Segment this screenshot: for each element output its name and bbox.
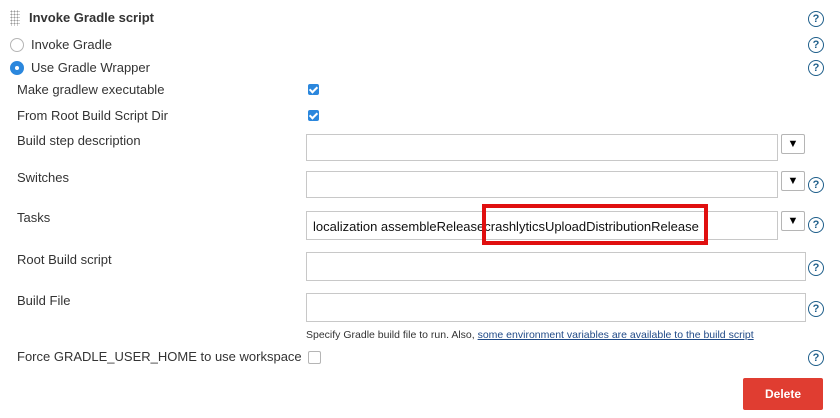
help-icon-tasks[interactable]: ?: [808, 217, 824, 233]
invoke-gradle-radio[interactable]: [10, 38, 24, 52]
build-step-description-input[interactable]: [306, 134, 778, 161]
root-build-script-label: Root Build script: [17, 252, 112, 267]
help-icon-section[interactable]: ?: [808, 11, 824, 27]
help-icon-invoke-gradle[interactable]: ?: [808, 37, 824, 53]
build-file-hint: Specify Gradle build file to run. Also, …: [306, 329, 754, 341]
build-file-hint-text: Specify Gradle build file to run. Also,: [306, 329, 475, 341]
delete-button[interactable]: Delete: [743, 378, 823, 410]
force-home-checkbox[interactable]: [308, 351, 321, 364]
use-gradle-wrapper-radio[interactable]: [10, 61, 24, 75]
tasks-dropdown[interactable]: ▼: [781, 211, 805, 231]
help-icon-root-build-script[interactable]: ?: [808, 260, 824, 276]
environment-variables-link[interactable]: some environment variables are available…: [478, 329, 754, 341]
use-gradle-wrapper-label: Use Gradle Wrapper: [31, 60, 150, 75]
from-root-checkbox[interactable]: [308, 110, 319, 121]
help-icon-switches[interactable]: ?: [808, 177, 824, 193]
invoke-gradle-label: Invoke Gradle: [31, 37, 112, 52]
switches-input[interactable]: [306, 171, 778, 198]
switches-dropdown[interactable]: ▼: [781, 171, 805, 191]
root-build-script-input[interactable]: [306, 252, 806, 281]
build-file-input[interactable]: [306, 293, 806, 322]
drag-handle-icon[interactable]: [10, 10, 20, 26]
help-icon-gradle-wrapper[interactable]: ?: [808, 60, 824, 76]
make-executable-label: Make gradlew executable: [17, 82, 165, 97]
section-title: Invoke Gradle script: [29, 10, 154, 25]
tasks-label: Tasks: [17, 210, 51, 225]
build-file-label: Build File: [17, 293, 71, 308]
from-root-label: From Root Build Script Dir: [17, 108, 168, 123]
build-step-description-dropdown[interactable]: ▼: [781, 134, 805, 154]
force-home-label: Force GRADLE_USER_HOME to use workspace: [17, 349, 302, 364]
highlight-box: [482, 204, 708, 245]
help-icon-build-file[interactable]: ?: [808, 301, 824, 317]
help-icon-force-home[interactable]: ?: [808, 350, 824, 366]
make-executable-checkbox[interactable]: [308, 84, 319, 95]
switches-label: Switches: [17, 170, 70, 185]
build-step-description-label: Build step description: [17, 133, 141, 148]
tasks-value-part1: localization assembleRelease: [313, 219, 485, 234]
